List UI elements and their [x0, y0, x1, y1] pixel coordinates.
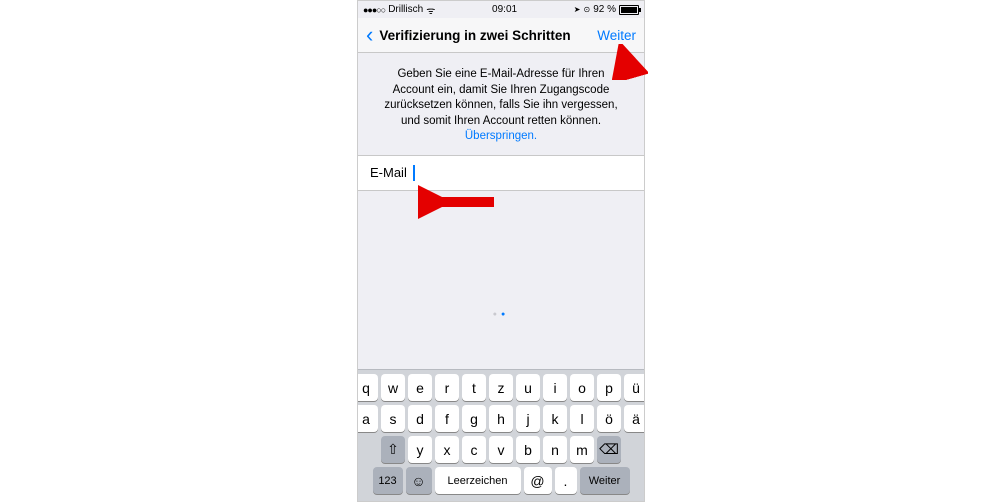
keyboard-row-1: qwertzuiopü	[361, 374, 641, 401]
key-s[interactable]: s	[381, 405, 405, 432]
key-q[interactable]: q	[357, 374, 378, 401]
back-button[interactable]: ‹	[358, 24, 381, 46]
key-c[interactable]: c	[462, 436, 486, 463]
key-j[interactable]: j	[516, 405, 540, 432]
alarm-icon: ⊙	[584, 5, 591, 14]
clock: 09:01	[492, 4, 517, 15]
email-field-row[interactable]: E-Mail	[358, 155, 644, 191]
key-e[interactable]: e	[408, 374, 432, 401]
battery-icon	[619, 5, 639, 15]
page-title: Verifizierung in zwei Schritten	[379, 28, 570, 43]
key-u[interactable]: u	[516, 374, 540, 401]
key-y[interactable]: y	[408, 436, 432, 463]
nav-bar: ‹ Verifizierung in zwei Schritten Weiter	[358, 18, 644, 53]
keyboard: qwertzuiopü asdfghjklöä ⇧ yxcvbnm⌫ 123 ☺…	[358, 369, 644, 501]
location-icon: ➤	[574, 5, 581, 14]
phone-screen: ●●●○○ Drillisch ᯤ 09:01 ➤ ⊙ 92 % ‹ Verif…	[357, 0, 645, 502]
key-g[interactable]: g	[462, 405, 486, 432]
space-key[interactable]: Leerzeichen	[435, 467, 521, 494]
description-text: Geben Sie eine E-Mail-Adresse für Ihren …	[358, 53, 644, 155]
status-bar: ●●●○○ Drillisch ᯤ 09:01 ➤ ⊙ 92 %	[358, 1, 644, 18]
key-v[interactable]: v	[489, 436, 513, 463]
keyboard-row-2: asdfghjklöä	[361, 405, 641, 432]
key-a[interactable]: a	[357, 405, 378, 432]
key-r[interactable]: r	[435, 374, 459, 401]
key-l[interactable]: l	[570, 405, 594, 432]
key-k[interactable]: k	[543, 405, 567, 432]
email-label: E-Mail	[370, 165, 407, 180]
page-indicator: ●●	[358, 311, 644, 318]
key-h[interactable]: h	[489, 405, 513, 432]
wifi-icon: ᯤ	[426, 3, 435, 17]
key-t[interactable]: t	[462, 374, 486, 401]
skip-link[interactable]: Überspringen.	[465, 130, 537, 142]
key-ö[interactable]: ö	[597, 405, 621, 432]
keyboard-row-4: 123 ☺ Leerzeichen @ . Weiter	[361, 467, 641, 494]
key-m[interactable]: m	[570, 436, 594, 463]
text-cursor	[413, 165, 415, 181]
key-ä[interactable]: ä	[624, 405, 645, 432]
key-ü[interactable]: ü	[624, 374, 645, 401]
next-button[interactable]: Weiter	[597, 28, 636, 43]
keyboard-row-3: ⇧ yxcvbnm⌫	[361, 436, 641, 463]
key-x[interactable]: x	[435, 436, 459, 463]
key-d[interactable]: d	[408, 405, 432, 432]
go-key[interactable]: Weiter	[580, 467, 630, 494]
key-b[interactable]: b	[516, 436, 540, 463]
at-key[interactable]: @	[524, 467, 552, 494]
key-w[interactable]: w	[381, 374, 405, 401]
period-key[interactable]: .	[555, 467, 577, 494]
numbers-key[interactable]: 123	[373, 467, 403, 494]
key-o[interactable]: o	[570, 374, 594, 401]
key-i[interactable]: i	[543, 374, 567, 401]
signal-dots: ●●●○○	[363, 5, 385, 15]
key-n[interactable]: n	[543, 436, 567, 463]
emoji-key[interactable]: ☺	[406, 467, 432, 494]
backspace-key[interactable]: ⌫	[597, 436, 621, 463]
key-f[interactable]: f	[435, 405, 459, 432]
key-z[interactable]: z	[489, 374, 513, 401]
key-p[interactable]: p	[597, 374, 621, 401]
carrier-label: Drillisch	[388, 4, 423, 15]
battery-percent: 92 %	[593, 4, 616, 15]
shift-key[interactable]: ⇧	[381, 436, 405, 463]
